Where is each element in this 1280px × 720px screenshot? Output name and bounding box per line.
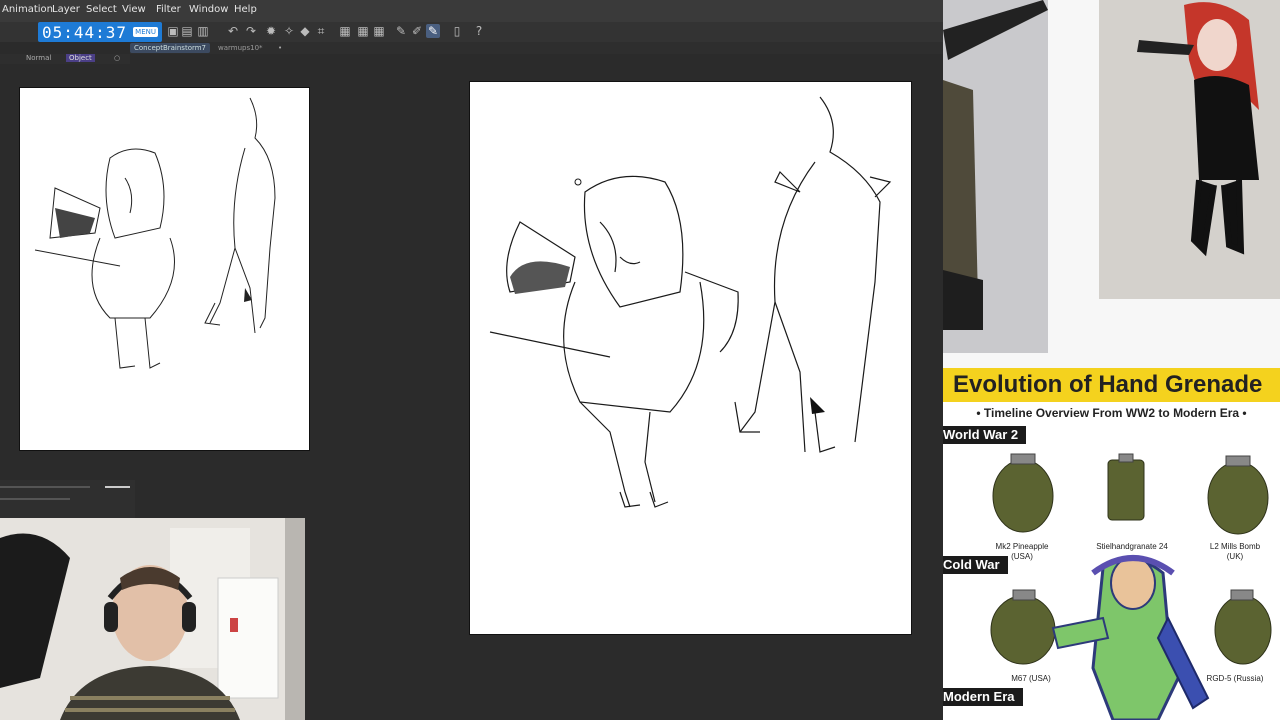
soldier-photo-image (943, 0, 1048, 353)
reference-photo-cosplay[interactable] (1099, 0, 1280, 299)
layer-subbar: Normal Object ○ (0, 54, 130, 64)
panel-divider (0, 486, 90, 488)
mk2-grenade-icon (992, 459, 1054, 533)
navigator-sketch-image (34, 97, 276, 369)
grenade-label: RGD-5 (Russia) (1206, 674, 1264, 683)
grenade-label: Mk2 Pineapple (USA) (995, 542, 1049, 561)
blend-mode-label[interactable]: Normal (26, 54, 51, 62)
grenade-label: L2 Mills Bomb (UK) (1209, 542, 1261, 561)
side-panel-strip (0, 480, 135, 518)
deselect-icon[interactable]: ▦ (372, 24, 386, 38)
menu-window[interactable]: Window (189, 4, 228, 15)
clear-icon[interactable]: ✧ (282, 24, 296, 38)
timer-menu-button[interactable]: MENU (133, 27, 158, 37)
object-label[interactable]: Object (66, 54, 95, 62)
tab-warmups[interactable]: warmups10* (214, 43, 267, 53)
m67-grenade-icon (990, 595, 1056, 665)
search-icon[interactable]: ○ (114, 54, 120, 62)
menu-layer[interactable]: Layer (52, 4, 80, 15)
fill-icon[interactable]: ◆ (298, 24, 312, 38)
grenade-label: M67 (USA) (1011, 674, 1051, 683)
pencil-icon[interactable]: ✐ (410, 24, 424, 38)
redo-icon[interactable]: ↷ (244, 24, 258, 38)
brush-icon[interactable]: ✎ (426, 24, 440, 38)
menu-select[interactable]: Select (86, 4, 117, 15)
settings-gear-icon[interactable]: ✹ (264, 24, 278, 38)
main-sketch-image (489, 96, 892, 508)
stream-timer: 05:44:37 MENU (38, 22, 162, 42)
menu-help[interactable]: Help (234, 4, 257, 15)
grenade-infographic[interactable]: Evolution of Hand Grenade • Timeline Ove… (943, 368, 1280, 720)
timer-display: 05:44:37 (42, 23, 128, 42)
pen-icon[interactable]: ✎ (394, 24, 408, 38)
open-folder-icon[interactable]: ▤ (180, 24, 194, 38)
mills-bomb-icon (1207, 461, 1269, 535)
grenade-label: Stielhandgranate 24 (1096, 542, 1168, 551)
rgd5-grenade-icon (1214, 595, 1272, 665)
document-tabs: ConceptBrainstorm7 warmups10* • (130, 42, 943, 54)
tab-concept-brainstorm[interactable]: ConceptBrainstorm7 (130, 43, 211, 53)
document-icon[interactable]: ▯ (450, 24, 464, 38)
panel-handle[interactable] (105, 486, 130, 488)
navigator-preview[interactable] (20, 88, 309, 450)
undo-icon[interactable]: ↶ (226, 24, 240, 38)
save-icon[interactable]: ▣ (166, 24, 180, 38)
streamer-webcam-image (0, 518, 305, 720)
webcam-feed (0, 518, 305, 720)
drawing-canvas[interactable] (470, 82, 911, 634)
menu-animation[interactable]: Animation (2, 4, 53, 15)
reference-photo-soldier[interactable] (943, 0, 1048, 353)
menu-filter[interactable]: Filter (156, 4, 181, 15)
transform-icon[interactable]: ⌗ (314, 24, 328, 38)
panel-divider (0, 498, 70, 500)
cosplay-photo-image (1099, 0, 1280, 299)
menu-view[interactable]: View (122, 4, 146, 15)
help-icon[interactable]: ? (472, 24, 486, 38)
stielhandgranate-icon (1107, 459, 1145, 521)
crop-icon[interactable]: ▦ (338, 24, 352, 38)
export-icon[interactable]: ▥ (196, 24, 210, 38)
selection-icon[interactable]: ▦ (356, 24, 370, 38)
menu-bar: Animation Layer Select View Filter Windo… (0, 0, 943, 23)
anime-character-overlay (1051, 555, 1210, 720)
tab-close-icon[interactable]: • (274, 43, 286, 53)
